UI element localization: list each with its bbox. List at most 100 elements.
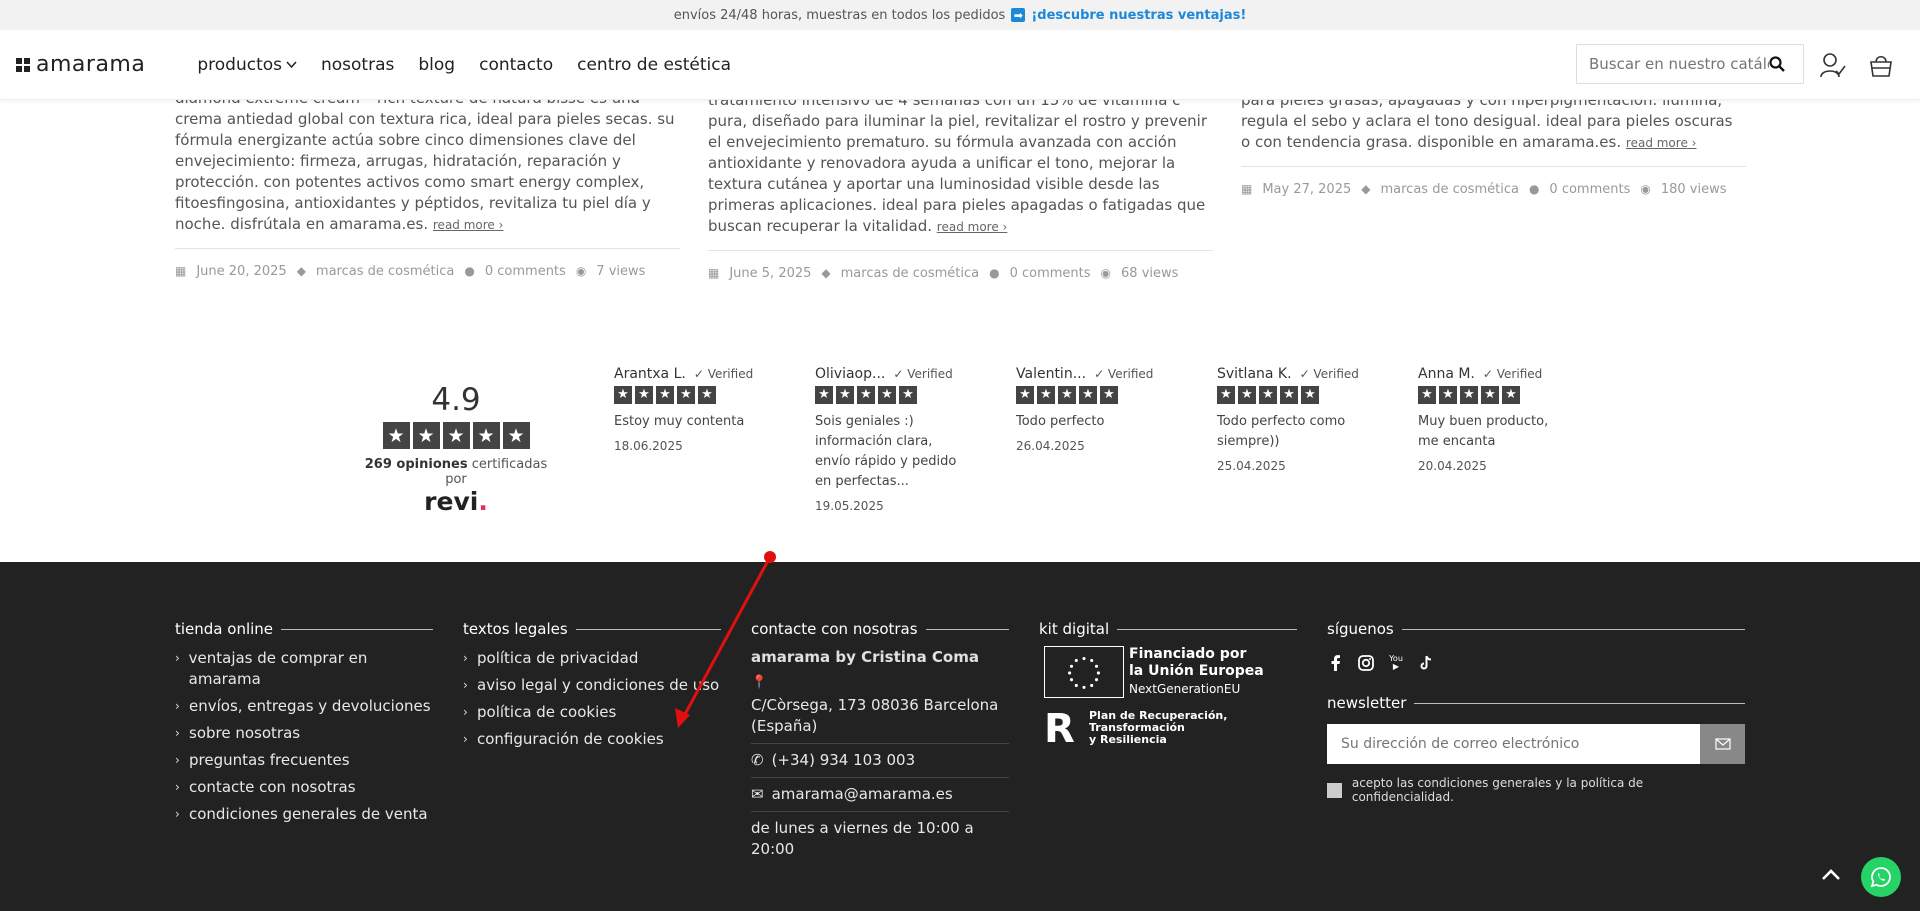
footer-heading: tienda online [175,620,274,638]
newsletter-submit-button[interactable] [1700,724,1745,764]
post-category[interactable]: marcas de cosmética [316,261,454,282]
star-icon: ★ [1280,386,1298,404]
tag-icon: ◆ [821,266,831,280]
search-box [1576,44,1804,84]
star-icon: ★ [815,386,833,404]
phone-row[interactable]: ✆ (+34) 934 103 003 [751,744,1009,778]
search-input[interactable] [1589,55,1769,73]
footer-link[interactable]: › aviso legal y condiciones de uso [463,675,721,696]
logo[interactable]: amarama [16,52,145,77]
footer-link[interactable]: › sobre nosotras [175,723,433,744]
nav-item-nosotras[interactable]: nosotras [321,55,394,75]
eu-line1: Financiado por [1129,646,1247,662]
footer-col-legal: textos legales › política de privacidad ›… [463,620,721,756]
logo-text: amarama [36,52,146,77]
read-more-link[interactable]: read more › [937,220,1008,234]
footer-link[interactable]: › preguntas frecuentes [175,750,433,771]
chevron-right-icon: › [175,753,180,767]
newsletter-form [1327,724,1745,764]
read-more-link[interactable]: read more › [433,218,504,232]
footer-heading: contacte con nosotras [751,620,918,638]
review-date: 26.04.2025 [1016,439,1085,453]
chevron-right-icon: › [175,726,180,740]
post-comments[interactable]: 0 comments [1549,179,1630,200]
star-icon: ★ [878,386,896,404]
newsletter-email-input[interactable] [1327,724,1700,764]
chevron-right-icon: › [175,699,180,713]
scroll-to-top-icon[interactable] [1818,862,1844,888]
eu-flag-icon [1044,646,1124,698]
rating-score: 4.9 [431,382,481,418]
tiktok-icon[interactable] [1417,654,1435,672]
consent-text: acepto las condiciones generales y la po… [1351,776,1644,804]
post-excerpt: tratamiento intensivo de 4 semanas con u… [708,100,1208,235]
verified-badge: ✓ Verified [693,367,754,381]
instagram-icon[interactable] [1357,654,1375,672]
consent-checkbox[interactable] [1327,782,1342,798]
review-stars: ★ ★ ★ ★ ★ [1418,386,1568,404]
star-icon: ★ [442,422,470,449]
blog-post: para pieles grasas, apagadas y con hiper… [1241,100,1746,200]
footer-link[interactable]: › condiciones generales de venta [175,804,433,825]
blog-posts: diamond extreme cream – rich texture de … [0,100,1920,290]
review-text: Todo perfecto [1016,414,1105,429]
footer-heading: síguenos [1327,620,1394,638]
footer-link[interactable]: › contacte con nosotras [175,777,433,798]
footer-link[interactable]: › ventajas de comprar en amarama [175,648,433,690]
post-meta: ▦ June 5, 2025 ◆ marcas de cosmética ● 0 co… [708,263,1213,284]
review-stars: ★ ★ ★ ★ ★ [1016,386,1166,404]
footer-col-kit-digital: kit digital Financiado por la Unión Europ… [1039,620,1297,752]
footer-link[interactable]: › envíos, entregas y devoluciones [175,696,433,717]
promo-link[interactable]: ¡descubre nuestras ventajas! [1031,8,1246,23]
arrow-right-icon: ➡ [1011,8,1026,22]
basket-icon[interactable] [1868,52,1894,78]
star-icon: ★ [1037,386,1055,404]
footer-link[interactable]: › política de cookies [463,702,721,723]
chevron-down-icon [286,60,297,68]
post-comments[interactable]: 0 comments [1010,263,1091,284]
nav-item-productos[interactable]: productos [197,55,297,75]
post-meta: ▦ May 27, 2025 ◆ marcas de cosmética ● 0 co… [1241,179,1746,200]
revi-logo[interactable]: revi. [356,487,556,516]
nav-item-contacto[interactable]: contacto [479,55,553,75]
email-row[interactable]: ✉ amarama@amarama.es [751,778,1009,812]
reviewer-name: Anna M. [1418,366,1475,382]
review-card: Valentin... ✓ Verified ★ ★ ★ ★ ★ Todo perfect… [1016,364,1166,456]
site-footer: tienda online › ventajas de comprar en am… [0,562,1920,911]
post-category[interactable]: marcas de cosmética [1380,179,1518,200]
review-date: 20.04.2025 [1418,459,1487,473]
post-date: June 5, 2025 [729,266,812,281]
footer-col-contact: contacte con nosotras amarama by Cristin… [751,620,1009,866]
read-more-link[interactable]: read more › [1626,136,1697,150]
tag-icon: ◆ [1361,182,1371,196]
logo-mark-icon [16,57,30,72]
promo-bar: envíos 24/48 horas, muestras en todos lo… [0,0,1920,30]
comments-icon: ● [1528,182,1540,196]
facebook-icon[interactable] [1327,654,1345,672]
reviewer-name: Valentin... [1016,366,1087,382]
review-date: 18.06.2025 [614,439,683,453]
review-text: Todo perfecto como siempre)) [1217,414,1346,449]
star-icon: ★ [472,422,500,449]
post-views: 180 views [1660,182,1727,197]
search-icon[interactable] [1769,56,1785,72]
user-account-icon[interactable] [1820,52,1846,78]
divider [708,250,1213,251]
star-icon: ★ [1259,386,1277,404]
star-icon: ★ [1079,386,1097,404]
comments-icon: ● [989,266,1000,280]
footer-link[interactable]: › política de privacidad [463,648,721,669]
review-count[interactable]: 269 opiniones [365,457,468,472]
star-icon: ★ [1100,386,1118,404]
youtube-icon[interactable]: You ▶ [1387,654,1405,672]
star-icon: ★ [698,386,716,404]
post-comments[interactable]: 0 comments [485,261,566,282]
post-views: 68 views [1121,266,1179,281]
nav-item-centro-estetica[interactable]: centro de estética [577,55,731,75]
address-row: 📍 C/Còrsega, 173 08036 Barcelona (España… [751,666,1009,744]
footer-link-cookie-settings[interactable]: › configuración de cookies [463,729,721,750]
post-category[interactable]: marcas de cosmética [841,263,979,284]
whatsapp-button[interactable] [1861,857,1901,897]
recovery-plan-logo-icon: R [1044,706,1075,752]
nav-item-blog[interactable]: blog [418,55,455,75]
